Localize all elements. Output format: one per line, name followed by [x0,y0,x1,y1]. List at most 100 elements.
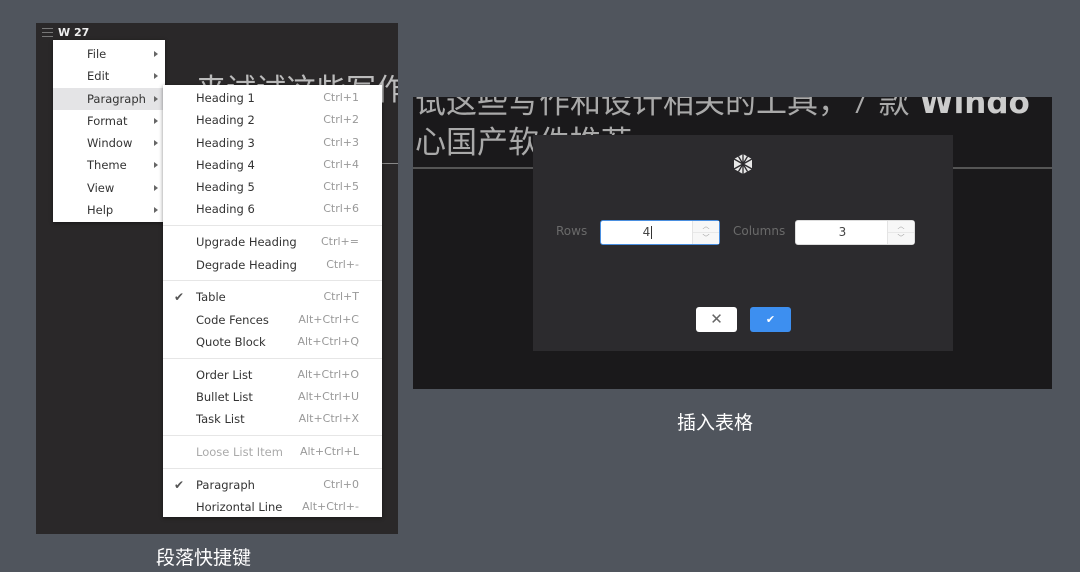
close-icon: ✕ [710,310,723,328]
item-label: Quote Block [196,334,266,349]
shortcut-label: Alt+Ctrl+O [297,367,359,381]
item-label: Degrade Heading [196,257,297,272]
main-menu: File Edit Paragraph Format Window Theme … [53,40,165,222]
menu-item-view[interactable]: View [53,177,165,199]
item-label: Order List [196,367,253,382]
submenu-arrow-icon [154,162,158,169]
submenu-item-order-list[interactable]: Order List Alt+Ctrl+O [163,364,382,386]
shortcut-label: Ctrl+T [323,290,359,304]
shortcut-label: Ctrl+1 [323,91,359,104]
submenu-item-heading-1[interactable]: Heading 1 Ctrl+1 [163,87,382,109]
check-icon: ✔ [765,313,776,326]
item-label: Heading 4 [196,157,255,172]
item-label: Table [196,290,226,305]
shortcut-label: Ctrl+2 [323,113,359,127]
submenu-item-upgrade-heading[interactable]: Upgrade Heading Ctrl+= [163,231,382,253]
submenu-item-loose-list-item: Loose List Item Alt+Ctrl+L [163,441,382,463]
typora-logo-icon [733,154,753,174]
menu-item-label: File [87,47,107,61]
item-label: Loose List Item [196,445,283,460]
menu-item-help[interactable]: Help [53,199,165,221]
word-count: W 27 [58,26,90,39]
menu-item-label: Theme [87,158,127,173]
shortcut-label: Ctrl+6 [323,202,359,216]
decrement-chevron-down-icon[interactable]: ﹀ [693,233,719,245]
submenu-item-degrade-heading[interactable]: Degrade Heading Ctrl+- [163,254,382,276]
menu-item-label: View [87,180,115,195]
columns-label: Columns [733,224,786,238]
rows-value-field[interactable]: 4 [601,221,694,244]
submenu-arrow-icon [154,51,158,57]
hamburger-menu-icon[interactable] [42,28,53,37]
item-label: Heading 1 [196,91,255,105]
decrement-chevron-down-icon[interactable]: ﹀ [888,233,914,245]
checkmark-icon: ✔ [174,290,185,305]
shortcut-label: Ctrl+5 [323,180,359,194]
submenu-item-heading-2[interactable]: Heading 2 Ctrl+2 [163,109,382,131]
shortcut-label: Alt+Ctrl+L [299,445,359,459]
item-label: Heading 6 [196,202,255,217]
menu-item-window[interactable]: Window [53,132,165,154]
menu-item-paragraph[interactable]: Paragraph [53,87,165,110]
shortcut-label: Alt+Ctrl+Q [297,334,359,348]
submenu-item-heading-3[interactable]: Heading 3 Ctrl+3 [163,132,382,154]
item-label: Task List [196,412,245,427]
item-label: Horizontal Line [196,500,283,515]
item-label: Heading 5 [196,180,255,195]
shortcut-label: Alt+Ctrl+X [298,412,359,426]
columns-input[interactable]: 3 ︿ ﹀ [795,220,915,245]
checkmark-icon: ✔ [174,477,185,492]
submenu-item-task-list[interactable]: Task List Alt+Ctrl+X [163,408,382,430]
menu-item-label: Edit [87,69,110,84]
heading-line-1-latin: Windo [919,97,1030,121]
shortcut-label: Ctrl+3 [323,135,359,149]
shortcut-label: Alt+Ctrl+C [298,312,359,326]
submenu-item-heading-6[interactable]: Heading 6 Ctrl+6 [163,198,382,220]
columns-value-field[interactable]: 3 [796,221,889,244]
item-label: Bullet List [196,390,253,405]
menu-item-edit[interactable]: Edit [53,65,165,87]
shortcut-label: Ctrl+= [320,235,359,249]
shortcut-label: Alt+Ctrl+- [302,500,359,514]
submenu-arrow-icon [154,117,158,124]
item-label: Code Fences [196,312,269,327]
item-label: Heading 3 [196,135,255,150]
shortcut-label: Ctrl+4 [323,157,359,171]
shortcut-label: Alt+Ctrl+U [298,390,359,404]
rows-input[interactable]: 4 ︿ ﹀ [600,220,720,245]
menu-item-label: Help [87,203,114,218]
shortcut-label: Ctrl+0 [323,477,359,491]
item-label: Paragraph [196,477,255,492]
cancel-button[interactable]: ✕ [696,307,737,332]
menu-item-label: Window [87,136,133,151]
menu-item-format[interactable]: Format [53,110,165,132]
menu-item-theme[interactable]: Theme [53,154,165,176]
columns-stepper[interactable]: ︿ ﹀ [887,221,914,244]
insert-table-dialog: Rows 4 ︿ ﹀ Columns 3 ︿ ﹀ ✕ ✔ [533,135,953,351]
menu-item-file[interactable]: File [53,43,165,65]
title-bar: W 27 [36,23,398,41]
submenu-item-quote-block[interactable]: Quote Block Alt+Ctrl+Q [163,331,382,353]
increment-chevron-up-icon[interactable]: ︿ [888,221,914,233]
submenu-arrow-icon [154,73,158,80]
caption-insert-table: 插入表格 [677,412,754,434]
text-cursor [651,226,653,239]
columns-value: 3 [838,225,847,239]
confirm-button[interactable]: ✔ [750,307,791,332]
submenu-item-heading-5[interactable]: Heading 5 Ctrl+5 [163,176,382,198]
rows-value: 4 [642,225,651,239]
rows-label: Rows [556,224,588,238]
caption-paragraph-shortcuts: 段落快捷键 [156,547,252,569]
item-label: Heading 2 [196,113,255,128]
submenu-item-horizontal-line[interactable]: Horizontal Line Alt+Ctrl+- [163,496,382,518]
menu-item-label: Paragraph [87,91,146,106]
submenu-item-paragraph[interactable]: ✔ Paragraph Ctrl+0 [163,474,382,496]
submenu-item-code-fences[interactable]: Code Fences Alt+Ctrl+C [163,309,382,331]
rows-stepper[interactable]: ︿ ﹀ [692,221,719,244]
submenu-arrow-icon [154,140,158,147]
submenu-item-table[interactable]: ✔ Table Ctrl+T [163,286,382,308]
submenu-item-heading-4[interactable]: Heading 4 Ctrl+4 [163,154,382,176]
increment-chevron-up-icon[interactable]: ︿ [693,221,719,233]
shortcut-label: Ctrl+- [326,257,359,271]
submenu-item-bullet-list[interactable]: Bullet List Alt+Ctrl+U [163,386,382,408]
